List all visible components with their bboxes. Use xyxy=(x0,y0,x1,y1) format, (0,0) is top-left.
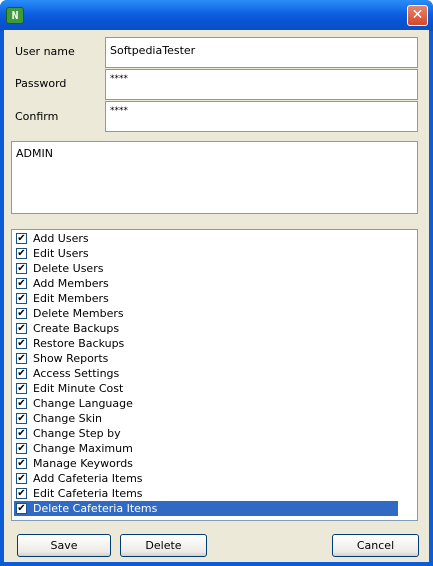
permission-item[interactable]: ✔ Add Users xyxy=(14,231,398,246)
permission-item[interactable]: ✔ Manage Keywords xyxy=(14,456,398,471)
checkbox-icon[interactable]: ✔ xyxy=(16,443,27,454)
permission-label: Change Language xyxy=(33,397,133,410)
permission-item[interactable]: ✔ Delete Users xyxy=(14,261,398,276)
permission-label: Edit Members xyxy=(33,292,109,305)
permission-label: Show Reports xyxy=(33,352,109,365)
permission-item[interactable]: ✔ Restore Backups xyxy=(14,336,398,351)
checkbox-icon[interactable]: ✔ xyxy=(16,278,27,289)
checkbox-icon[interactable]: ✔ xyxy=(16,248,27,259)
username-label: User name xyxy=(15,45,75,58)
permission-item[interactable]: ✔ Delete Cafeteria Items xyxy=(14,501,398,516)
confirm-label: Confirm xyxy=(15,110,59,123)
permission-item[interactable]: ✔ Edit Users xyxy=(14,246,398,261)
permission-item[interactable]: ✔ Change Maximum xyxy=(14,441,398,456)
checkbox-icon[interactable]: ✔ xyxy=(16,368,27,379)
dialog-window: N ✕ User name SoftpediaTester Password *… xyxy=(0,0,433,566)
delete-button[interactable]: Delete xyxy=(120,534,207,557)
checkbox-icon[interactable]: ✔ xyxy=(16,488,27,499)
checkbox-icon[interactable]: ✔ xyxy=(16,293,27,304)
permission-item[interactable]: ✔ Delete Members xyxy=(14,306,398,321)
checkbox-icon[interactable]: ✔ xyxy=(16,473,27,484)
permission-item[interactable]: ✔ Add Members xyxy=(14,276,398,291)
permissions-list[interactable]: ✔ Add Users ✔ Edit Users ✔ Delete Users ✔ Add M… xyxy=(11,229,418,521)
role-textarea[interactable]: ADMIN xyxy=(11,141,418,214)
username-field[interactable]: SoftpediaTester xyxy=(105,37,418,68)
permission-item[interactable]: ✔ Change Step by xyxy=(14,426,398,441)
permission-label: Add Users xyxy=(33,232,89,245)
permission-label: Change Step by xyxy=(33,427,121,440)
permission-label: Edit Minute Cost xyxy=(33,382,124,395)
checkbox-icon[interactable]: ✔ xyxy=(16,413,27,424)
permission-item[interactable]: ✔ Show Reports xyxy=(14,351,398,366)
checkbox-icon[interactable]: ✔ xyxy=(16,428,27,439)
checkbox-icon[interactable]: ✔ xyxy=(16,263,27,274)
checkbox-icon[interactable]: ✔ xyxy=(16,338,27,349)
permission-label: Edit Cafeteria Items xyxy=(33,487,143,500)
checkbox-icon[interactable]: ✔ xyxy=(16,308,27,319)
permission-item[interactable]: ✔ Edit Minute Cost xyxy=(14,381,398,396)
permission-label: Delete Members xyxy=(33,307,124,320)
checkbox-icon[interactable]: ✔ xyxy=(16,383,27,394)
app-icon: N xyxy=(6,7,24,24)
title-bar[interactable]: N ✕ xyxy=(0,0,433,31)
permission-label: Change Maximum xyxy=(33,442,133,455)
permission-label: Add Members xyxy=(33,277,109,290)
permission-item[interactable]: ✔ Add Cafeteria Items xyxy=(14,471,398,486)
checkbox-icon[interactable]: ✔ xyxy=(16,233,27,244)
confirm-password-field[interactable]: **** xyxy=(105,101,418,132)
checkbox-icon[interactable]: ✔ xyxy=(16,323,27,334)
permission-item[interactable]: ✔ Change Skin xyxy=(14,411,398,426)
cancel-button[interactable]: Cancel xyxy=(332,534,419,557)
permission-label: Edit Users xyxy=(33,247,89,260)
password-label: Password xyxy=(15,77,67,90)
permission-label: Access Settings xyxy=(33,367,120,380)
permission-label: Restore Backups xyxy=(33,337,125,350)
permission-label: Add Cafeteria Items xyxy=(33,472,143,485)
checkbox-icon[interactable]: ✔ xyxy=(16,503,27,514)
dialog-body: User name SoftpediaTester Password **** … xyxy=(4,30,429,562)
permission-item[interactable]: ✔ Edit Members xyxy=(14,291,398,306)
password-field[interactable]: **** xyxy=(105,69,418,100)
permission-item[interactable]: ✔ Change Language xyxy=(14,396,398,411)
permission-item[interactable]: ✔ Create Backups xyxy=(14,321,398,336)
close-icon[interactable]: ✕ xyxy=(407,5,428,26)
permission-item[interactable]: ✔ Access Settings xyxy=(14,366,398,381)
save-button[interactable]: Save xyxy=(17,534,111,557)
permission-item[interactable]: ✔ Edit Cafeteria Items xyxy=(14,486,398,501)
permission-label: Delete Users xyxy=(33,262,104,275)
permission-label: Change Skin xyxy=(33,412,102,425)
checkbox-icon[interactable]: ✔ xyxy=(16,458,27,469)
permission-label: Delete Cafeteria Items xyxy=(33,502,158,515)
checkbox-icon[interactable]: ✔ xyxy=(16,398,27,409)
permission-label: Create Backups xyxy=(33,322,120,335)
permission-label: Manage Keywords xyxy=(33,457,133,470)
checkbox-icon[interactable]: ✔ xyxy=(16,353,27,364)
